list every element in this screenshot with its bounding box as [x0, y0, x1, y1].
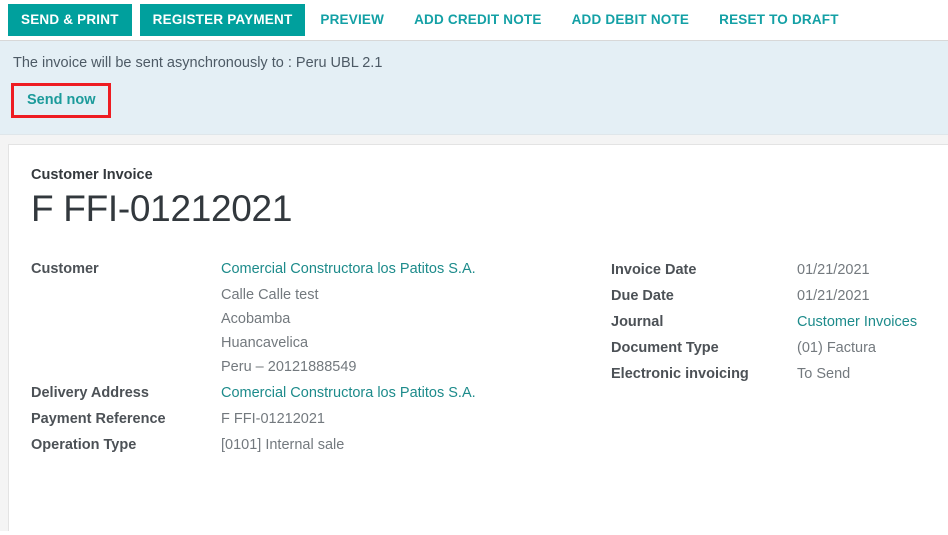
send-and-print-button[interactable]: SEND & PRINT: [8, 4, 132, 36]
send-now-highlight-box: Send now: [11, 82, 112, 118]
preview-button[interactable]: PREVIEW: [305, 4, 399, 36]
field-row-customer-address: Calle Calle test Acobamba Huancavelica P…: [31, 283, 611, 379]
field-row-invoice-date: Invoice Date 01/21/2021: [611, 258, 920, 282]
field-row-payment-reference: Payment Reference F FFI-01212021: [31, 407, 611, 431]
field-row-customer: Customer Comercial Constructora los Pati…: [31, 257, 611, 281]
field-row-delivery-address: Delivery Address Comercial Constructora …: [31, 381, 611, 405]
customer-address-block: Calle Calle test Acobamba Huancavelica P…: [221, 283, 356, 379]
add-debit-note-button[interactable]: ADD DEBIT NOTE: [557, 4, 705, 36]
field-value-invoice-date[interactable]: 01/21/2021: [797, 258, 870, 282]
invoice-card: Customer Invoice F FFI-01212021 Customer…: [8, 143, 948, 531]
field-label-operation-type: Operation Type: [31, 437, 137, 454]
field-label-payment-reference: Payment Reference: [31, 411, 166, 428]
left-field-column: Customer Comercial Constructora los Pati…: [31, 257, 611, 459]
field-label-due-date: Due Date: [611, 288, 674, 305]
register-payment-button[interactable]: REGISTER PAYMENT: [139, 4, 306, 36]
document-type-label: Customer Invoice: [31, 166, 153, 183]
field-value-payment-reference[interactable]: F FFI-01212021: [221, 407, 325, 431]
add-credit-note-button[interactable]: ADD CREDIT NOTE: [399, 4, 557, 36]
field-columns: Customer Comercial Constructora los Pati…: [31, 257, 920, 459]
action-toolbar: SEND & PRINT REGISTER PAYMENT PREVIEW AD…: [0, 0, 948, 41]
field-label-journal: Journal: [611, 314, 664, 331]
address-line: Peru – 20121888549: [221, 359, 357, 376]
field-row-operation-type: Operation Type [0101] Internal sale: [31, 433, 611, 457]
address-line: Acobamba: [221, 311, 291, 328]
field-value-journal[interactable]: Customer Invoices: [797, 310, 917, 334]
field-value-operation-type[interactable]: [0101] Internal sale: [221, 433, 344, 457]
right-field-column: Invoice Date 01/21/2021 Due Date 01/21/2…: [611, 257, 920, 388]
page-title: F FFI-01212021: [31, 187, 293, 229]
field-label-delivery-address: Delivery Address: [31, 385, 149, 402]
banner-message: The invoice will be sent asynchronously …: [13, 55, 383, 71]
field-label-customer: Customer: [31, 261, 99, 278]
field-row-electronic-invoicing: Electronic invoicing To Send: [611, 362, 920, 386]
field-label-electronic-invoicing: Electronic invoicing: [611, 366, 749, 383]
field-row-journal: Journal Customer Invoices: [611, 310, 920, 334]
field-row-due-date: Due Date 01/21/2021: [611, 284, 920, 308]
field-value-delivery-address[interactable]: Comercial Constructora los Patitos S.A.: [221, 381, 476, 405]
page-background: Customer Invoice F FFI-01212021 Customer…: [0, 134, 948, 531]
address-line: Calle Calle test: [221, 287, 319, 304]
address-line: Huancavelica: [221, 335, 309, 352]
reset-to-draft-button[interactable]: RESET TO DRAFT: [704, 4, 854, 36]
field-value-document-type[interactable]: (01) Factura: [797, 336, 876, 360]
field-label-invoice-date: Invoice Date: [611, 262, 697, 279]
field-value-customer[interactable]: Comercial Constructora los Patitos S.A.: [221, 257, 476, 281]
send-now-button[interactable]: Send now: [14, 86, 108, 115]
field-value-electronic-invoicing: To Send: [797, 366, 851, 383]
field-value-due-date[interactable]: 01/21/2021: [797, 284, 870, 308]
field-label-document-type: Document Type: [611, 340, 719, 357]
field-row-document-type: Document Type (01) Factura: [611, 336, 920, 360]
async-send-banner: The invoice will be sent asynchronously …: [0, 41, 948, 135]
